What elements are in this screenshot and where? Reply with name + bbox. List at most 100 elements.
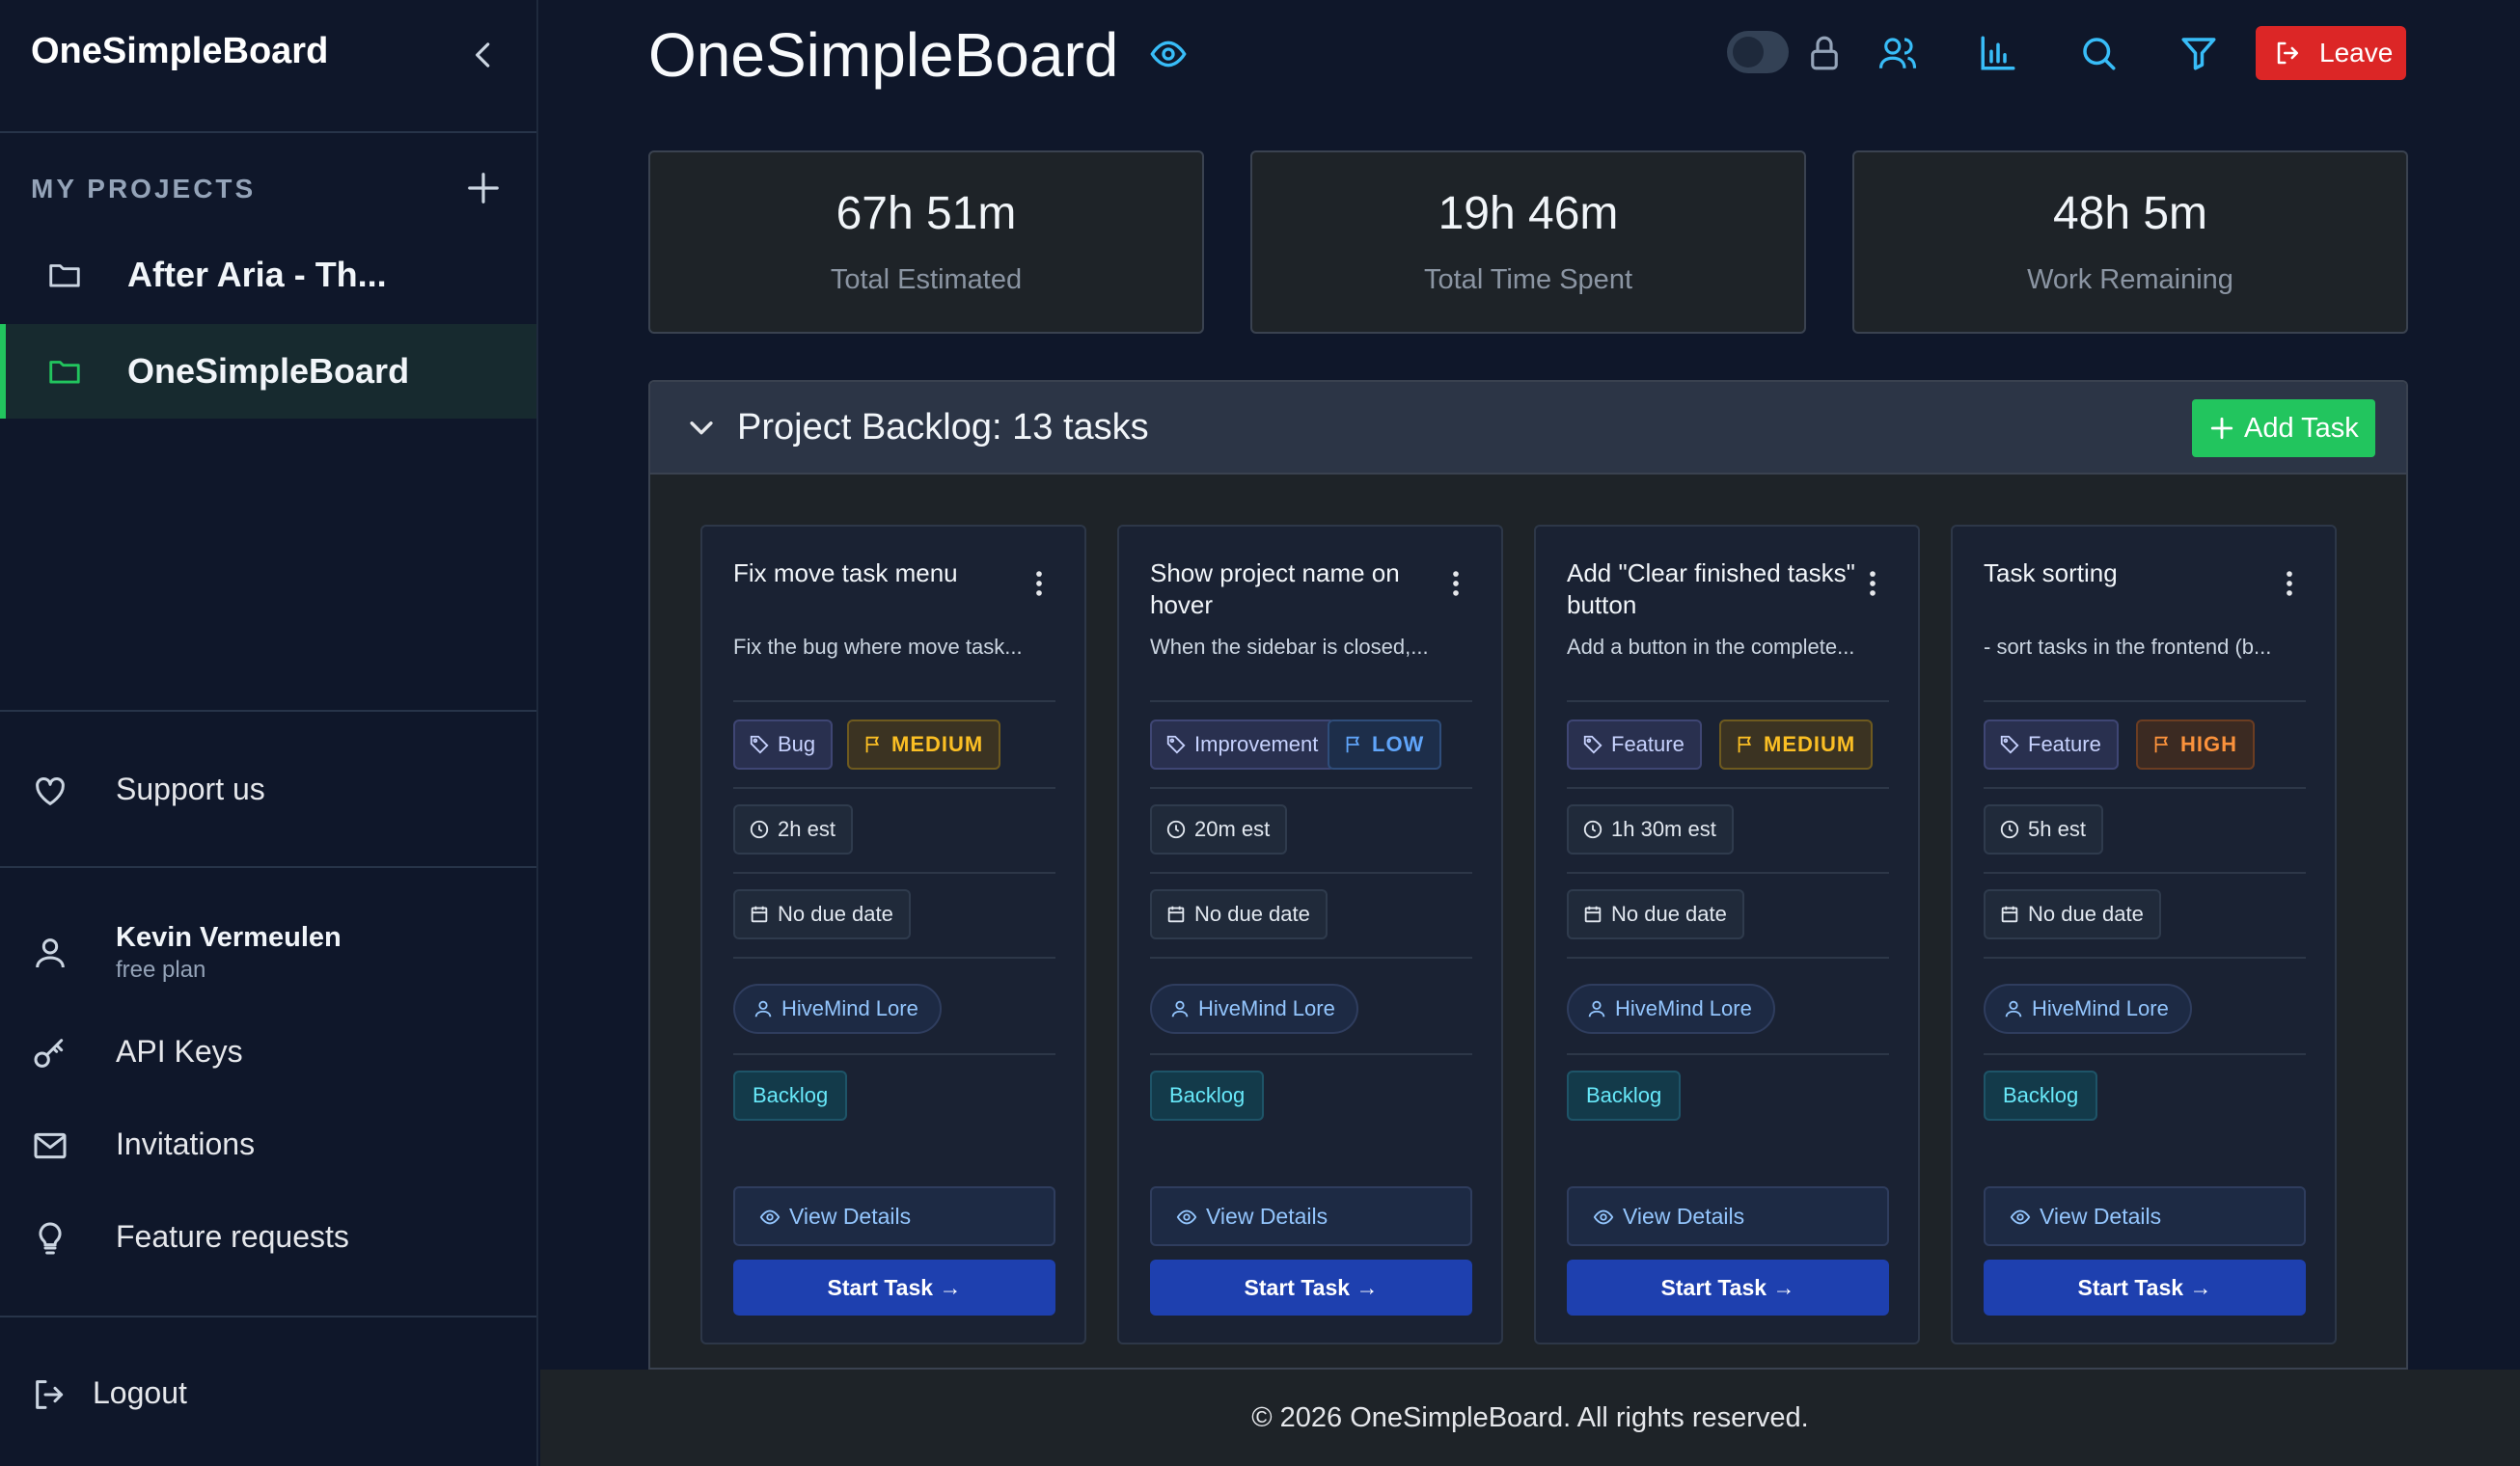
calendar-icon	[2001, 906, 2018, 923]
start-task-button[interactable]: Start Task →	[1150, 1260, 1472, 1316]
task-card[interactable]: Fix move task menu Fix the bug where mov…	[700, 525, 1086, 1344]
task-type-tag[interactable]: Feature	[1984, 719, 2119, 770]
divider	[1150, 872, 1472, 874]
lock-toggle[interactable]	[1727, 31, 1789, 73]
lock-icon	[1804, 33, 1845, 73]
tag-icon	[1166, 735, 1186, 754]
logout-link[interactable]: Logout	[0, 1356, 536, 1433]
divider	[1984, 957, 2306, 959]
assignee-chip[interactable]: HiveMind Lore	[1984, 984, 2192, 1034]
task-description: - sort tasks in the frontend (b...	[1984, 635, 2272, 659]
more-vertical-icon[interactable]	[1862, 567, 1883, 600]
support-us-link[interactable]: Support us	[0, 752, 536, 829]
heart-icon	[31, 772, 69, 810]
tag-label: Improvement	[1194, 732, 1319, 756]
view-details-label: View Details	[789, 1203, 912, 1229]
task-title: Show project name on hover	[1150, 558, 1400, 619]
divider	[1567, 872, 1889, 874]
sidebar-project-after-aria[interactable]: After Aria - Th...	[0, 228, 536, 322]
estimate-chip[interactable]: 5h est	[1984, 804, 2103, 855]
folder-icon	[46, 257, 83, 293]
estimate-chip[interactable]: 1h 30m est	[1567, 804, 1734, 855]
api-keys-link[interactable]: API Keys	[0, 1015, 536, 1092]
divider	[0, 866, 536, 868]
collapse-sidebar-icon[interactable]	[465, 37, 502, 73]
bar-chart-icon[interactable]	[1978, 33, 2018, 73]
divider	[1984, 787, 2306, 789]
add-project-icon[interactable]	[465, 170, 502, 206]
stat-label: Work Remaining	[2027, 264, 2233, 295]
priority-badge[interactable]: MEDIUM	[847, 719, 1001, 770]
stat-label: Total Time Spent	[1424, 264, 1632, 295]
user-icon	[2005, 1000, 2022, 1018]
task-card[interactable]: Show project name on hover When the side…	[1117, 525, 1503, 1344]
flag-icon	[1738, 736, 1752, 753]
eye-icon	[1593, 1209, 1614, 1225]
sidebar-project-onesimpleboard[interactable]: OneSimpleBoard	[0, 324, 536, 419]
assignee-chip[interactable]: HiveMind Lore	[1150, 984, 1358, 1034]
sidebar: OneSimpleBoard MY PROJECTS After Aria - …	[0, 0, 538, 1466]
sidebar-project-label: After Aria - Th...	[127, 255, 387, 294]
assignee-chip[interactable]: HiveMind Lore	[733, 984, 942, 1034]
view-details-button[interactable]: View Details	[1984, 1186, 2306, 1246]
feature-requests-link[interactable]: Feature requests	[0, 1200, 536, 1277]
estimate-chip[interactable]: 2h est	[733, 804, 853, 855]
add-task-label: Add Task	[2244, 412, 2359, 444]
sidebar-project-label: OneSimpleBoard	[127, 351, 410, 391]
eye-icon[interactable]	[1146, 35, 1191, 73]
divider	[1150, 700, 1472, 702]
tag-label: Feature	[1611, 732, 1685, 756]
task-type-tag[interactable]: Improvement	[1150, 719, 1336, 770]
users-icon[interactable]	[1877, 33, 1918, 73]
eye-icon	[1176, 1209, 1197, 1225]
estimate-chip[interactable]: 20m est	[1150, 804, 1288, 855]
task-description: When the sidebar is closed,...	[1150, 635, 1429, 659]
support-us-label: Support us	[116, 772, 265, 806]
status-badge[interactable]: Backlog	[733, 1071, 848, 1121]
assignee-label: HiveMind Lore	[1198, 996, 1335, 1020]
due-date-chip[interactable]: No due date	[1150, 889, 1328, 939]
view-details-button[interactable]: View Details	[733, 1186, 1055, 1246]
tag-icon	[2000, 735, 2019, 754]
due-date-chip[interactable]: No due date	[1567, 889, 1744, 939]
status-badge[interactable]: Backlog	[1150, 1071, 1265, 1121]
tag-label: Bug	[778, 732, 816, 756]
more-vertical-icon[interactable]	[1028, 567, 1050, 600]
filter-icon[interactable]	[2178, 33, 2219, 73]
search-icon[interactable]	[2078, 33, 2119, 73]
view-details-button[interactable]: View Details	[1567, 1186, 1889, 1246]
divider	[733, 1053, 1055, 1055]
mail-icon	[31, 1127, 69, 1165]
more-vertical-icon[interactable]	[1445, 567, 1466, 600]
calendar-icon	[1584, 906, 1602, 923]
due-date-chip[interactable]: No due date	[1984, 889, 2161, 939]
task-type-tag[interactable]: Bug	[733, 719, 834, 770]
add-task-button[interactable]: Add Task	[2192, 399, 2375, 457]
leave-button[interactable]: Leave	[2256, 26, 2406, 80]
task-card[interactable]: Task sorting - sort tasks in the fronten…	[1951, 525, 2337, 1344]
sidebar-header: OneSimpleBoard	[0, 0, 536, 133]
priority-badge[interactable]: HIGH	[2136, 719, 2255, 770]
start-task-button[interactable]: Start Task →	[733, 1260, 1055, 1316]
priority-badge[interactable]: LOW	[1328, 719, 1442, 770]
more-vertical-icon[interactable]	[2279, 567, 2300, 600]
start-task-button[interactable]: Start Task →	[1567, 1260, 1889, 1316]
task-type-tag[interactable]: Feature	[1567, 719, 1702, 770]
assignee-chip[interactable]: HiveMind Lore	[1567, 984, 1775, 1034]
project-backlog-panel: Project Backlog: 13 tasks Add Task Fix m…	[648, 380, 2408, 1370]
stat-total-time-spent: 19h 46m Total Time Spent	[1250, 150, 1806, 334]
task-card[interactable]: Add "Clear finished tasks" button Add a …	[1534, 525, 1920, 1344]
due-date-chip[interactable]: No due date	[733, 889, 911, 939]
backlog-title: Project Backlog: 13 tasks	[737, 407, 1149, 448]
status-badge[interactable]: Backlog	[1984, 1071, 2098, 1121]
priority-badge[interactable]: MEDIUM	[1719, 719, 1874, 770]
flag-icon	[1346, 736, 1360, 753]
status-label: Backlog	[1169, 1083, 1246, 1107]
status-badge[interactable]: Backlog	[1567, 1071, 1682, 1121]
chevron-down-icon[interactable]	[685, 411, 718, 444]
user-icon	[1588, 1000, 1605, 1018]
view-details-button[interactable]: View Details	[1150, 1186, 1472, 1246]
invitations-link[interactable]: Invitations	[0, 1107, 536, 1184]
start-task-button[interactable]: Start Task →	[1984, 1260, 2306, 1316]
backlog-header[interactable]: Project Backlog: 13 tasks Add Task	[650, 382, 2406, 475]
